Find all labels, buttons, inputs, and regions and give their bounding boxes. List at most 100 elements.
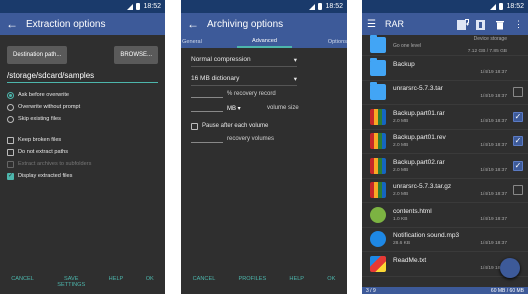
menu-icon[interactable]: ☰ (367, 19, 376, 30)
file-date: 1/4/19 18:37 (480, 216, 507, 222)
cancel-button[interactable]: CANCEL (193, 276, 216, 282)
recovery-record-input[interactable] (191, 90, 223, 98)
txt-file-icon (370, 255, 386, 272)
checkbox-checked-icon[interactable]: ✓ (513, 160, 523, 171)
file-name: Backup (393, 60, 415, 68)
delete-icon[interactable] (495, 19, 507, 30)
back-arrow-icon[interactable]: ← (187, 18, 199, 30)
add-to-archive-icon[interactable] (457, 19, 469, 30)
file-date: 1/4/19 18:37 (480, 241, 507, 247)
app-bar: ☰ RAR ⋮ (362, 13, 528, 35)
dictionary-dropdown[interactable]: 16 MB dictionary ▾ (191, 75, 297, 86)
browse-button[interactable]: BROWSE... (114, 46, 158, 64)
file-browser-screen: 18:52 ☰ RAR ⋮ Go one level Device storage… (362, 0, 528, 294)
volume-size-input[interactable] (191, 104, 223, 112)
row-spacer (513, 210, 523, 220)
file-size: 2.0 MB (393, 167, 409, 173)
file-date: 1/4/19 18:37 (480, 118, 507, 124)
file-row[interactable]: contents.html 1.0 KB 1/4/19 18:37 (362, 203, 528, 228)
folder-up-icon (370, 35, 386, 53)
row-spacer (513, 63, 523, 73)
status-time: 18:52 (143, 3, 161, 10)
ok-button[interactable]: OK (146, 276, 154, 282)
file-name: Notification sound.mp3 (393, 232, 460, 240)
tab-general[interactable]: General (181, 39, 237, 45)
destination-path-button[interactable]: Destination path... (7, 46, 68, 64)
status-bar: 18:52 (0, 0, 165, 13)
destination-path-input[interactable]: /storage/sdcard/samples (7, 71, 158, 83)
volume-size-label: volume size (267, 105, 299, 111)
file-name: Backup.part02.rar (393, 158, 445, 166)
file-row[interactable]: Backup.part02.rar 2.0 MB 1/4/19 18:37 ✓ (362, 154, 528, 179)
file-row[interactable]: unrarsrc-5.7.3.tar 1/4/19 18:37 (362, 81, 528, 105)
folder-file-icon (370, 57, 386, 76)
app-bar: ← Archiving options (181, 13, 347, 35)
floating-action-button[interactable] (500, 258, 520, 278)
row-spacer (513, 234, 523, 244)
file-size: 1.0 KB (393, 216, 408, 222)
tab-advanced[interactable]: Advanced (237, 35, 292, 48)
checkbox-icon[interactable] (513, 185, 523, 196)
more-options-icon[interactable]: ⋮ (514, 19, 523, 30)
rar-file-icon (370, 133, 386, 150)
status-bar: 18:52 (181, 0, 347, 13)
page-title: Archiving options (207, 18, 284, 30)
file-size: 2.0 MB (393, 118, 409, 124)
help-button[interactable]: HELP (289, 276, 304, 282)
file-name: ReadMe.txt (393, 256, 427, 264)
checkbox-pause-after-volume[interactable]: Pause after each volume (191, 120, 337, 132)
file-row[interactable]: unrarsrc-5.7.3.tar.gz 2.0 MB 1/4/19 18:37 (362, 179, 528, 203)
file-date: 1/4/19 18:37 (480, 143, 507, 149)
checkbox-keep-broken-files[interactable]: Keep broken files (7, 134, 158, 146)
radio-skip-existing-files[interactable]: Skip existing files (7, 113, 158, 125)
go-up-row[interactable]: Go one level Device storage 7.12 GB / 7.8… (362, 35, 528, 56)
mp3-file-icon (370, 231, 386, 248)
app-title: RAR (384, 19, 404, 29)
save-settings-button[interactable]: SAVE SETTINGS (56, 276, 86, 288)
file-date: 1/4/19 18:37 (480, 192, 507, 198)
tab-options[interactable]: Options (292, 39, 347, 45)
help-button[interactable]: HELP (109, 276, 124, 282)
ok-button[interactable]: OK (327, 276, 335, 282)
dropdown-arrow-icon: ▾ (237, 105, 241, 112)
recovery-volumes-input[interactable] (191, 135, 223, 143)
tab-bar: General Advanced Options (181, 35, 347, 48)
recovery-volumes-label: recovery volumes (227, 136, 275, 142)
battery-icon (318, 3, 323, 10)
file-row[interactable]: Backup.part01.rev 2.0 MB 1/4/19 18:37 ✓ (362, 130, 528, 154)
radio-ask-before-overwrite[interactable]: Ask before overwrite (7, 89, 158, 101)
file-row[interactable]: Notification sound.mp3 28.6 KB 1/4/19 18:3… (362, 228, 528, 252)
file-row[interactable]: Backup 1/4/19 18:37 (362, 56, 528, 81)
file-date: 1/4/19 18:37 (480, 69, 507, 75)
profiles-button[interactable]: PROFILES (239, 276, 267, 282)
compression-dropdown[interactable]: Normal compression ▾ (191, 56, 297, 67)
recovery-record-label: % recovery record (227, 91, 276, 97)
file-size: 28.6 KB (393, 241, 411, 247)
radio-selected-icon (7, 91, 14, 99)
extract-icon[interactable] (476, 19, 488, 30)
checkbox-do-not-extract-paths[interactable]: Do not extract paths (7, 146, 158, 158)
file-row[interactable]: Backup.part01.rar 2.0 MB 1/4/19 18:37 ✓ (362, 105, 528, 130)
file-date: 1/4/19 18:37 (480, 167, 507, 173)
checkbox-display-extracted-files[interactable]: ✓ Display extracted files (7, 170, 158, 182)
radio-overwrite-without-prompt[interactable]: Overwrite without prompt (7, 101, 158, 113)
page-title: Extraction options (26, 18, 106, 30)
back-arrow-icon[interactable]: ← (6, 18, 18, 30)
file-name: Backup.part01.rev (393, 134, 446, 142)
rar-file-icon (370, 157, 386, 174)
checkbox-icon (7, 148, 14, 156)
checkbox-checked-icon[interactable]: ✓ (513, 136, 523, 147)
file-size: 2.0 MB (393, 143, 409, 149)
radio-icon (7, 103, 14, 111)
dropdown-arrow-icon: ▾ (293, 57, 297, 64)
cancel-button[interactable]: CANCEL (11, 276, 34, 282)
dialog-footer: CANCEL PROFILES HELP OK (181, 276, 347, 294)
folder-file-icon (370, 82, 386, 101)
selection-status-bar: 3 / 9 60 MB / 60 MB (362, 287, 528, 294)
app-bar: ← Extraction options (0, 13, 165, 35)
checkbox-checked-icon[interactable]: ✓ (513, 111, 523, 122)
checkbox-icon[interactable] (513, 87, 523, 98)
signal-icon (490, 3, 497, 10)
volume-unit-dropdown[interactable]: MB ▾ (227, 105, 257, 112)
battery-icon (499, 3, 504, 10)
